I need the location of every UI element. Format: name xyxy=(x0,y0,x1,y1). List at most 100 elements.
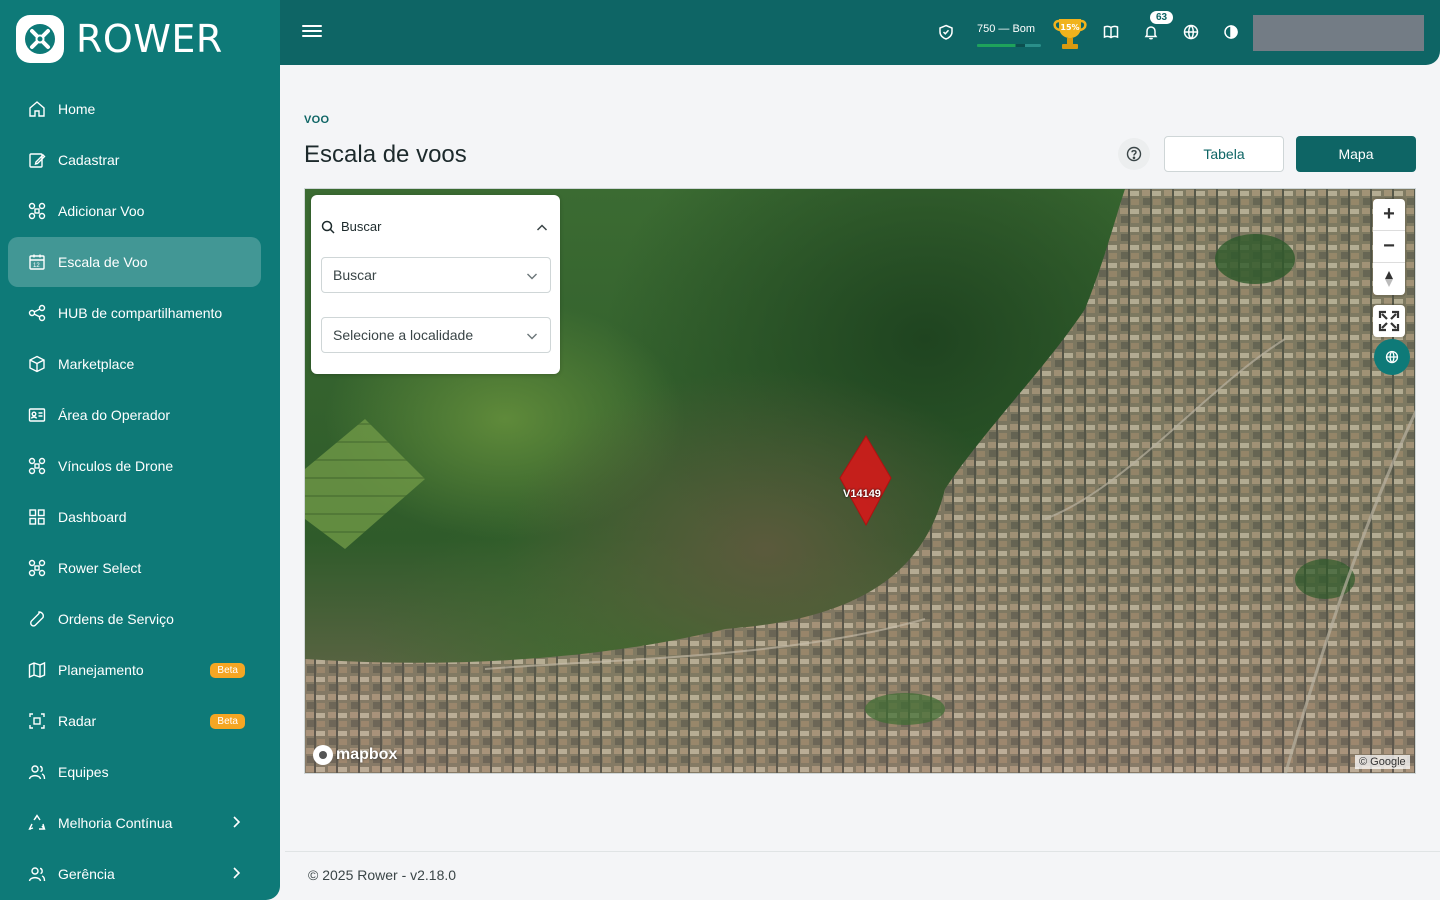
search-select[interactable]: Buscar xyxy=(321,257,551,293)
beta-badge: Beta xyxy=(210,662,245,678)
sidebar-item-label: HUB de compartilhamento xyxy=(58,305,223,321)
map-style-globe-button[interactable] xyxy=(1374,339,1410,375)
sidebar-item-vinculos-de-drone[interactable]: Vínculos de Drone xyxy=(8,441,261,491)
sidebar-item-dashboard[interactable]: Dashboard xyxy=(8,492,261,542)
search-panel-header[interactable]: Buscar xyxy=(321,219,381,234)
drone-logo-icon xyxy=(16,15,64,63)
flight-id-label: V14149 xyxy=(843,488,881,500)
id-card-icon xyxy=(28,406,46,424)
sidebar-item-label: Gerência xyxy=(58,866,115,882)
mapbox-icon xyxy=(313,745,333,765)
page-title: Escala de voos xyxy=(304,141,467,168)
radar-icon xyxy=(28,712,46,730)
fullscreen-button[interactable] xyxy=(1373,305,1405,337)
mapbox-text: mapbox xyxy=(336,746,398,763)
sidebar-item-label: Vínculos de Drone xyxy=(58,458,174,474)
sidebar-item-label: Dashboard xyxy=(58,509,127,525)
breadcrumb: VOO xyxy=(304,114,330,126)
trophy-icon[interactable]: 15% xyxy=(1050,13,1090,53)
sidebar-item-label: Área do Operador xyxy=(58,407,171,423)
book-icon[interactable] xyxy=(1101,22,1121,42)
mapa-button[interactable]: Mapa xyxy=(1296,136,1416,172)
sidebar-item-label: Equipes xyxy=(58,764,109,780)
edit-icon xyxy=(28,151,46,169)
sidebar-item-label: Planejamento xyxy=(58,662,144,678)
sidebar: ROWER Home Cadastrar Adicionar Voo 12 Es… xyxy=(0,0,280,900)
sidebar-item-ordens-de-servico[interactable]: Ordens de Serviço xyxy=(8,594,261,644)
footer-divider xyxy=(285,851,1440,852)
sidebar-item-label: Escala de Voo xyxy=(58,254,148,270)
contrast-icon[interactable] xyxy=(1221,22,1241,42)
team-icon xyxy=(28,763,46,781)
sidebar-nav: Home Cadastrar Adicionar Voo 12 Escala d… xyxy=(8,84,261,900)
compass-icon xyxy=(1385,271,1393,287)
sidebar-item-gerencia[interactable]: Gerência xyxy=(8,849,261,899)
help-button[interactable] xyxy=(1118,138,1150,170)
shield-check-icon[interactable] xyxy=(936,22,956,42)
footer-copyright: © 2025 Rower - v2.18.0 xyxy=(308,867,457,883)
team-icon xyxy=(28,865,46,883)
sidebar-item-hub[interactable]: HUB de compartilhamento xyxy=(8,288,261,338)
brand-logo[interactable]: ROWER xyxy=(16,15,223,63)
user-profile-menu[interactable] xyxy=(1253,15,1424,51)
home-icon xyxy=(28,100,46,118)
sidebar-item-equipes[interactable]: Equipes xyxy=(8,747,261,797)
score-progress-bar xyxy=(977,44,1041,47)
sidebar-item-label: Rower Select xyxy=(58,560,142,576)
location-select[interactable]: Selecione a localidade xyxy=(321,317,551,353)
chevron-down-icon xyxy=(526,269,538,285)
notification-count-badge: 63 xyxy=(1150,11,1174,24)
map-icon xyxy=(28,661,46,679)
beta-badge: Beta xyxy=(210,713,245,729)
sidebar-item-label: Radar xyxy=(58,713,97,729)
bell-icon[interactable] xyxy=(1141,22,1161,42)
globe-icon xyxy=(1385,350,1399,364)
fullscreen-icon xyxy=(1378,310,1400,332)
sidebar-item-marketplace[interactable]: Marketplace xyxy=(8,339,261,389)
chevron-up-icon[interactable] xyxy=(536,221,548,239)
sidebar-item-area-do-operador[interactable]: Área do Operador xyxy=(8,390,261,440)
menu-icon[interactable] xyxy=(302,22,322,42)
help-icon xyxy=(1126,146,1142,162)
sidebar-item-home[interactable]: Home xyxy=(8,84,261,134)
sidebar-item-cadastrar[interactable]: Cadastrar xyxy=(8,135,261,185)
chevron-right-icon xyxy=(229,866,243,883)
sidebar-item-planejamento[interactable]: Planejamento Beta xyxy=(8,645,261,695)
sidebar-item-label: Home xyxy=(58,101,96,117)
box-icon xyxy=(28,355,46,373)
chevron-right-icon xyxy=(229,815,243,832)
brand-name: ROWER xyxy=(76,17,223,61)
recycle-icon xyxy=(28,814,46,832)
sidebar-item-melhoria-continua[interactable]: Melhoria Contínua xyxy=(8,798,261,848)
tabela-button[interactable]: Tabela xyxy=(1164,136,1284,172)
mapbox-logo[interactable]: mapbox xyxy=(313,745,397,765)
globe-icon[interactable] xyxy=(1181,22,1201,42)
trophy-text: 15% xyxy=(1060,23,1079,32)
search-panel-title: Buscar xyxy=(341,219,382,234)
chevron-down-icon xyxy=(526,329,538,345)
location-select-value: Selecione a localidade xyxy=(333,327,474,343)
share-icon xyxy=(28,304,46,322)
google-attribution[interactable]: © Google xyxy=(1355,755,1410,769)
topbar: 750 — Bom 15% 63 xyxy=(280,0,1440,65)
search-icon xyxy=(321,220,335,234)
score-text: 750 — Bom xyxy=(977,23,1036,35)
sidebar-item-label: Adicionar Voo xyxy=(58,203,145,219)
sidebar-item-rower-select[interactable]: Rower Select xyxy=(8,543,261,593)
map-zoom-controls: + − xyxy=(1373,199,1405,295)
flight-map[interactable]: V14149 Buscar Buscar Selecione a localid… xyxy=(304,188,1416,774)
search-select-value: Buscar xyxy=(333,267,377,283)
drone-icon xyxy=(28,559,46,577)
sidebar-item-adicionar-voo[interactable]: Adicionar Voo xyxy=(8,186,261,236)
grid-icon xyxy=(28,508,46,526)
map-search-panel: Buscar Buscar Selecione a localidade xyxy=(311,195,560,374)
sidebar-item-escala-de-voo[interactable]: 12 Escala de Voo xyxy=(8,237,261,287)
zoom-in-button[interactable]: + xyxy=(1373,199,1405,231)
sidebar-item-label: Melhoria Contínua xyxy=(58,815,173,831)
sidebar-item-radar[interactable]: Radar Beta xyxy=(8,696,261,746)
sidebar-item-label: Marketplace xyxy=(58,356,135,372)
zoom-out-button[interactable]: − xyxy=(1373,231,1405,263)
compass-button[interactable] xyxy=(1373,263,1405,295)
wrench-icon xyxy=(28,610,46,628)
svg-text:12: 12 xyxy=(33,263,40,269)
